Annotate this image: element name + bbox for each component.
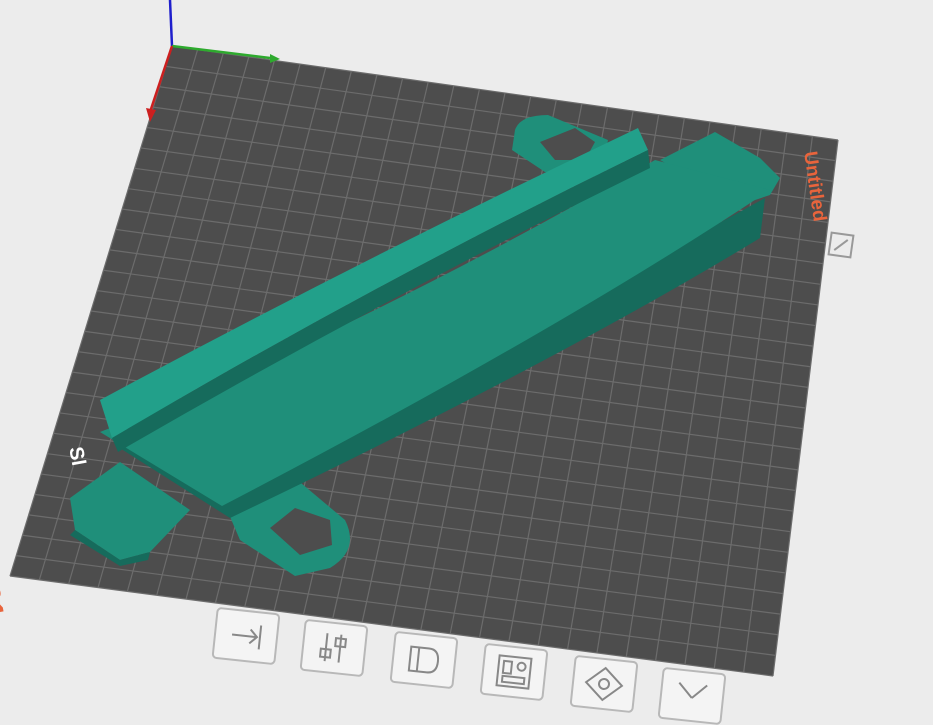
lay-on-face-icon: [231, 625, 263, 650]
arrange-button[interactable]: [479, 642, 549, 702]
axis-z: [168, 0, 174, 47]
lay-on-face-button[interactable]: [211, 606, 281, 666]
auto-orient-icon: [584, 666, 624, 702]
support-paint-button[interactable]: [389, 630, 459, 690]
edit-icon[interactable]: [826, 230, 855, 259]
arrange-icon: [495, 654, 533, 690]
split-button[interactable]: [657, 666, 727, 725]
cut-icon: [318, 633, 348, 663]
3d-viewport[interactable]: [0, 0, 933, 708]
cut-button[interactable]: [299, 618, 369, 678]
support-paint-icon: [407, 645, 440, 674]
split-icon: [678, 681, 708, 699]
auto-orient-button[interactable]: [569, 654, 639, 714]
plate-name-overlay: Sl: [64, 445, 90, 468]
